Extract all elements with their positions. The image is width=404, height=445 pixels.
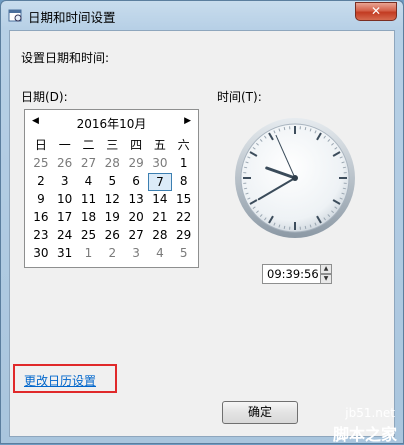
calendar-day[interactable]: 15 [172,191,196,209]
calendar-day[interactable]: 30 [148,155,172,173]
calendar-day[interactable]: 5 [100,173,124,191]
spinner-buttons: ▲ ▼ [320,264,332,284]
calendar-day[interactable]: 2 [29,173,53,191]
time-label: 时间(T): [217,88,262,105]
minute-tick [284,226,285,229]
calendar-day[interactable]: 31 [53,245,77,263]
calendar-day[interactable]: 3 [124,245,148,263]
time-spinner[interactable]: 09:39:56 ▲ ▼ [262,264,332,284]
calendar-week-row: 23242526272829 [29,227,196,245]
weekday-header: 二 [77,137,101,155]
weekday-header: 三 [100,137,124,155]
calendar-day[interactable]: 8 [172,173,196,191]
window-title: 日期和时间设置 [28,7,116,26]
calendar-day[interactable]: 18 [77,209,101,227]
calendar[interactable]: ◀ 2016年10月 ▶ 日 一 二 三 四 五 六 2526272829301… [24,109,199,268]
calendar-day[interactable]: 20 [124,209,148,227]
calendar-day[interactable]: 11 [77,191,101,209]
change-calendar-settings-link[interactable]: 更改日历设置 [24,372,96,389]
minute-tick [305,127,306,130]
minute-tick [244,188,247,189]
spin-up-button[interactable]: ▲ [320,264,332,274]
calendar-week-row: 9101112131415 [29,191,196,209]
calendar-day[interactable]: 16 [29,209,53,227]
calendar-day[interactable]: 21 [148,209,172,227]
calendar-day[interactable]: 3 [53,173,77,191]
weekday-header: 一 [53,137,77,155]
calendar-day[interactable]: 26 [53,155,77,173]
date-time-dialog: 日期和时间设置 ✕ 设置日期和时间: 日期(D): 时间(T): ◀ 2016年… [0,0,404,444]
weekday-header: 五 [148,137,172,155]
calendar-day[interactable]: 17 [53,209,77,227]
calendar-day[interactable]: 2 [100,245,124,263]
calendar-day[interactable]: 27 [77,155,101,173]
spin-down-button[interactable]: ▼ [320,274,332,284]
calendar-day[interactable]: 4 [77,173,101,191]
weekday-header: 四 [124,137,148,155]
calendar-day[interactable]: 1 [77,245,101,263]
dialog-heading: 设置日期和时间: [21,49,109,66]
calendar-day[interactable]: 10 [53,191,77,209]
calendar-day[interactable]: 1 [172,155,196,173]
date-time-icon [8,8,22,22]
calendar-day[interactable]: 29 [124,155,148,173]
close-button[interactable]: ✕ [355,2,397,21]
calendar-day[interactable]: 12 [100,191,124,209]
calendar-day[interactable]: 5 [172,245,196,263]
watermark-url: jb51.net [345,406,395,420]
next-month-button[interactable]: ▶ [184,116,191,126]
minute-tick [343,167,346,168]
analog-clock [234,117,356,239]
calendar-week-row: 2345678 [29,173,196,191]
minute-tick [244,167,247,168]
calendar-day-selected[interactable]: 7 [148,173,172,191]
clock-center [292,175,298,181]
ok-button[interactable]: 确定 [222,401,298,424]
calendar-day[interactable]: 23 [29,227,53,245]
calendar-day[interactable]: 4 [148,245,172,263]
dialog-body: 设置日期和时间: 日期(D): 时间(T): ◀ 2016年10月 ▶ 日 一 … [9,30,395,437]
date-label: 日期(D): [21,88,68,105]
calendar-day[interactable]: 27 [124,227,148,245]
calendar-header: ◀ 2016年10月 ▶ [25,110,198,134]
calendar-day[interactable]: 28 [148,227,172,245]
minute-tick [284,127,285,130]
calendar-month-label[interactable]: 2016年10月 [25,115,198,132]
calendar-grid: 日 一 二 三 四 五 六 25262728293012345678910111… [29,137,196,263]
calendar-day[interactable]: 28 [100,155,124,173]
weekday-header: 六 [172,137,196,155]
title-bar[interactable]: 日期和时间设置 ✕ [1,1,403,29]
watermark-site: 脚本之家 [333,421,397,445]
highlight-box: 更改日历设置 [13,364,117,393]
calendar-day[interactable]: 30 [29,245,53,263]
calendar-week-row: 16171819202122 [29,209,196,227]
calendar-week-row: 303112345 [29,245,196,263]
calendar-day[interactable]: 29 [172,227,196,245]
time-input[interactable]: 09:39:56 [267,267,319,281]
weekday-header: 日 [29,137,53,155]
calendar-day[interactable]: 9 [29,191,53,209]
calendar-day[interactable]: 13 [124,191,148,209]
minute-tick [305,226,306,229]
calendar-day[interactable]: 22 [172,209,196,227]
calendar-day[interactable]: 14 [148,191,172,209]
calendar-week-row: 2526272829301 [29,155,196,173]
calendar-day[interactable]: 19 [100,209,124,227]
calendar-day[interactable]: 24 [53,227,77,245]
weekday-row: 日 一 二 三 四 五 六 [29,137,196,155]
calendar-day[interactable]: 25 [29,155,53,173]
minute-tick [343,188,346,189]
calendar-day[interactable]: 25 [77,227,101,245]
calendar-day[interactable]: 6 [124,173,148,191]
calendar-day[interactable]: 26 [100,227,124,245]
